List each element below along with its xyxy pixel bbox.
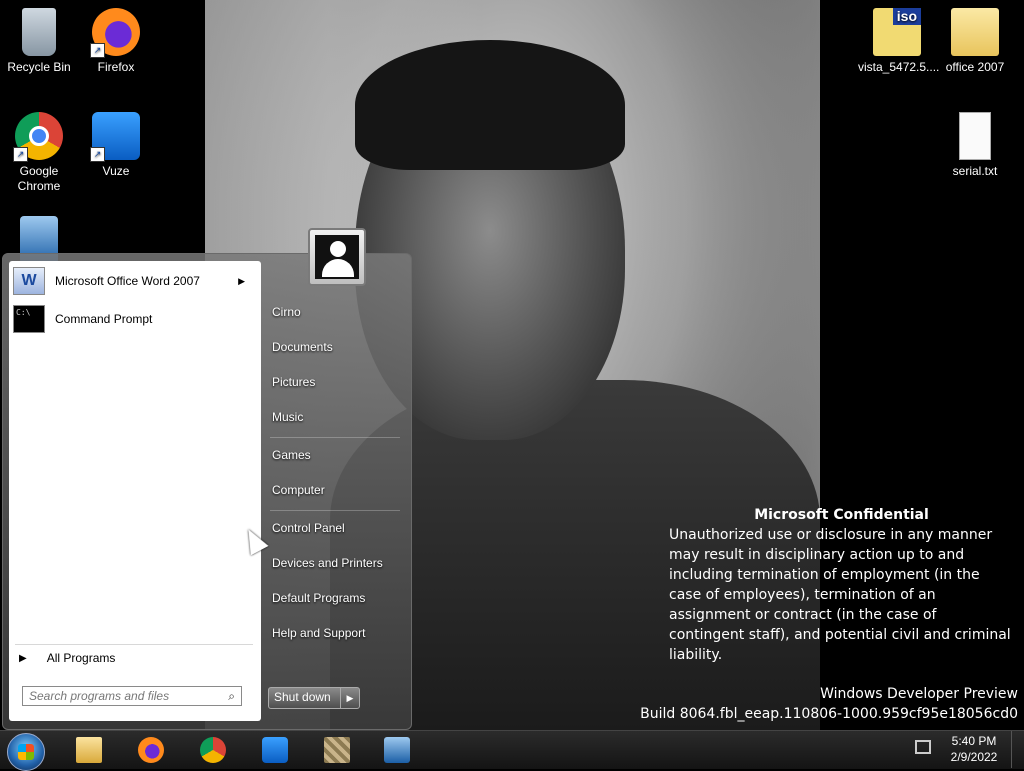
divider — [15, 644, 253, 645]
start-item-computer[interactable]: Computer — [272, 483, 325, 497]
search-placeholder: Search programs and files — [29, 689, 170, 703]
word-icon — [13, 267, 45, 295]
shutdown-button[interactable]: Shut down — [269, 688, 340, 708]
all-programs-button[interactable]: ▶ All Programs — [19, 651, 115, 665]
program-word-2007[interactable]: Microsoft Office Word 2007 ▶ — [13, 265, 253, 297]
program-label: Command Prompt — [55, 312, 153, 326]
shutdown-split-button: Shut down ▶ — [268, 687, 360, 709]
chrome-icon — [200, 737, 226, 763]
start-menu: Microsoft Office Word 2007 ▶ Command Pro… — [2, 253, 412, 730]
vuze-icon: ↗ — [90, 112, 140, 162]
clock-time: 5:40 PM — [951, 734, 997, 748]
firefox-icon — [138, 737, 164, 763]
winrar-icon — [324, 737, 350, 763]
taskbar-clock[interactable]: 5:40 PM 2/9/2022 — [946, 733, 1002, 765]
user-picture[interactable] — [308, 228, 366, 286]
confidential-title: Microsoft Confidential — [754, 507, 929, 523]
desktop-icon-iso[interactable]: iso vista_5472.5.... — [858, 2, 940, 75]
command-prompt-icon — [13, 305, 45, 333]
network-icon[interactable] — [915, 740, 931, 754]
start-item-devices-printers[interactable]: Devices and Printers — [272, 556, 383, 570]
all-programs-label: All Programs — [46, 651, 116, 665]
clock-date: 2/9/2022 — [950, 750, 998, 764]
start-button[interactable] — [7, 733, 45, 771]
desktop-icon-label: office 2007 — [945, 60, 1005, 74]
confidential-notice: Microsoft Confidential Unauthorized use … — [669, 505, 1014, 665]
start-item-control-panel[interactable]: Control Panel — [272, 521, 345, 535]
folder-icon — [951, 8, 999, 56]
start-menu-programs-pane: Microsoft Office Word 2007 ▶ Command Pro… — [9, 261, 261, 721]
search-input[interactable]: Search programs and files ⌕ — [22, 686, 242, 706]
taskbar — [0, 730, 1024, 771]
desktop-icon-label: Firefox — [97, 60, 135, 74]
desktop-icon-label: vista_5472.5.... — [858, 60, 940, 74]
shutdown-options-arrow-icon[interactable]: ▶ — [340, 688, 359, 708]
start-item-games[interactable]: Games — [272, 448, 311, 462]
taskbar-winrar[interactable] — [315, 733, 357, 767]
desktop-icon-vuze[interactable]: ↗ Vuze — [77, 106, 155, 179]
build-number: Build 8064.fbl_eeap.110806-1000.959cf95e… — [640, 706, 1018, 722]
divider — [270, 437, 400, 438]
build-watermark: Windows Developer Preview Build 8064.fbl… — [640, 684, 1018, 724]
desktop-icon-firefox[interactable]: ↗ Firefox — [77, 2, 155, 75]
show-desktop-button[interactable] — [1011, 731, 1024, 768]
start-item-pictures[interactable]: Pictures — [272, 375, 315, 389]
chrome-icon: ↗ — [13, 112, 63, 162]
divider — [270, 510, 400, 511]
desktop-icon-office-folder[interactable]: office 2007 — [936, 2, 1014, 75]
wallpaper-photo-hair — [355, 40, 625, 170]
start-item-user-folder[interactable]: Cirno — [272, 305, 301, 319]
iso-file-icon: iso — [873, 8, 921, 56]
desktop-icon-label: Google Chrome — [17, 164, 61, 193]
taskbar-chrome[interactable] — [191, 733, 233, 767]
taskbar-virtualbox[interactable] — [375, 733, 417, 767]
taskbar-firefox[interactable] — [129, 733, 171, 767]
desktop-icon-recycle-bin[interactable]: Recycle Bin — [0, 2, 78, 75]
virtualbox-icon — [384, 737, 410, 763]
desktop-icon-label: Recycle Bin — [7, 60, 71, 74]
windows-explorer-icon — [76, 737, 102, 763]
iso-badge: iso — [892, 8, 921, 25]
start-item-music[interactable]: Music — [272, 410, 303, 424]
desktop-icon-label: serial.txt — [952, 164, 998, 178]
program-command-prompt[interactable]: Command Prompt — [13, 303, 253, 335]
vuze-icon — [262, 737, 288, 763]
desktop-icon-chrome[interactable]: ↗ Google Chrome — [0, 106, 78, 194]
confidential-body: Unauthorized use or disclosure in any ma… — [669, 527, 1011, 663]
program-label: Microsoft Office Word 2007 — [55, 274, 200, 288]
start-item-documents[interactable]: Documents — [272, 340, 333, 354]
expand-arrow-icon: ▶ — [19, 652, 27, 664]
desktop-icon-serial-txt[interactable]: serial.txt — [936, 106, 1014, 179]
taskbar-explorer[interactable] — [67, 733, 109, 767]
firefox-icon: ↗ — [90, 8, 140, 58]
search-icon[interactable]: ⌕ — [228, 689, 235, 704]
submenu-arrow-icon[interactable]: ▶ — [238, 276, 245, 287]
taskbar-vuze[interactable] — [253, 733, 295, 767]
start-item-help-support[interactable]: Help and Support — [272, 626, 365, 640]
recycle-bin-icon — [22, 8, 56, 56]
start-item-default-programs[interactable]: Default Programs — [272, 591, 365, 605]
text-file-icon — [959, 112, 991, 160]
build-product: Windows Developer Preview — [820, 686, 1018, 702]
desktop-icon-label: Vuze — [102, 164, 130, 178]
